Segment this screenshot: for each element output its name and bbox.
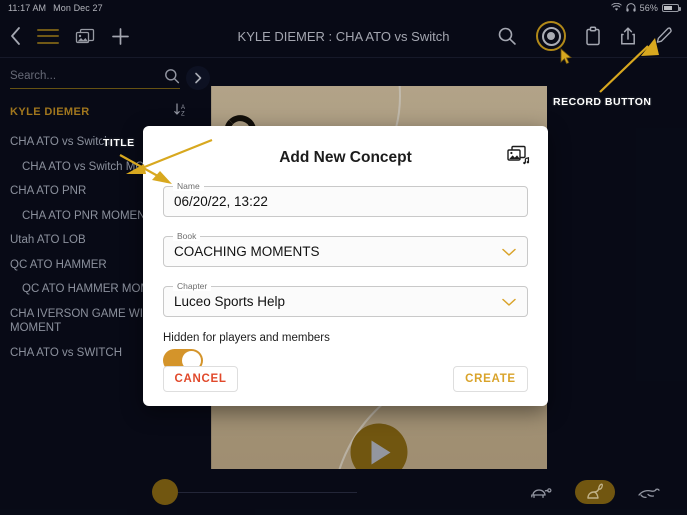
annotation-title: TITLE bbox=[103, 137, 135, 149]
book-select-value: COACHING MOMENTS bbox=[174, 244, 320, 259]
annotation-record-button: RECORD BUTTON bbox=[553, 96, 652, 108]
mouse-cursor-icon bbox=[560, 48, 572, 65]
name-field-value: 06/20/22, 13:22 bbox=[174, 194, 268, 209]
book-select-label: Book bbox=[173, 231, 201, 241]
hidden-toggle-label: Hidden for players and members bbox=[163, 332, 330, 344]
ipad-app-screen: 11:17 AM Mon Dec 27 56% KYLE DIEMER: CH… bbox=[0, 0, 687, 515]
cancel-button[interactable]: CANCEL bbox=[163, 366, 238, 392]
chapter-select-value: Luceo Sports Help bbox=[174, 294, 286, 309]
name-field-label: Name bbox=[173, 181, 204, 191]
chapter-select[interactable]: Chapter Luceo Sports Help bbox=[163, 281, 528, 317]
chevron-down-icon[interactable] bbox=[501, 297, 517, 307]
add-new-concept-dialog: Add New Concept Name 06/20/22, 13:22 Boo… bbox=[143, 126, 548, 406]
media-cards-icon[interactable] bbox=[506, 144, 530, 171]
name-field[interactable]: Name 06/20/22, 13:22 bbox=[163, 181, 528, 217]
dialog-header: Add New Concept bbox=[163, 142, 530, 167]
dialog-title: Add New Concept bbox=[279, 149, 412, 166]
dialog-actions: CANCEL CREATE bbox=[163, 366, 528, 392]
create-button[interactable]: CREATE bbox=[453, 366, 528, 392]
chevron-down-icon[interactable] bbox=[501, 247, 517, 257]
chapter-select-label: Chapter bbox=[173, 281, 212, 291]
book-select[interactable]: Book COACHING MOMENTS bbox=[163, 231, 528, 267]
